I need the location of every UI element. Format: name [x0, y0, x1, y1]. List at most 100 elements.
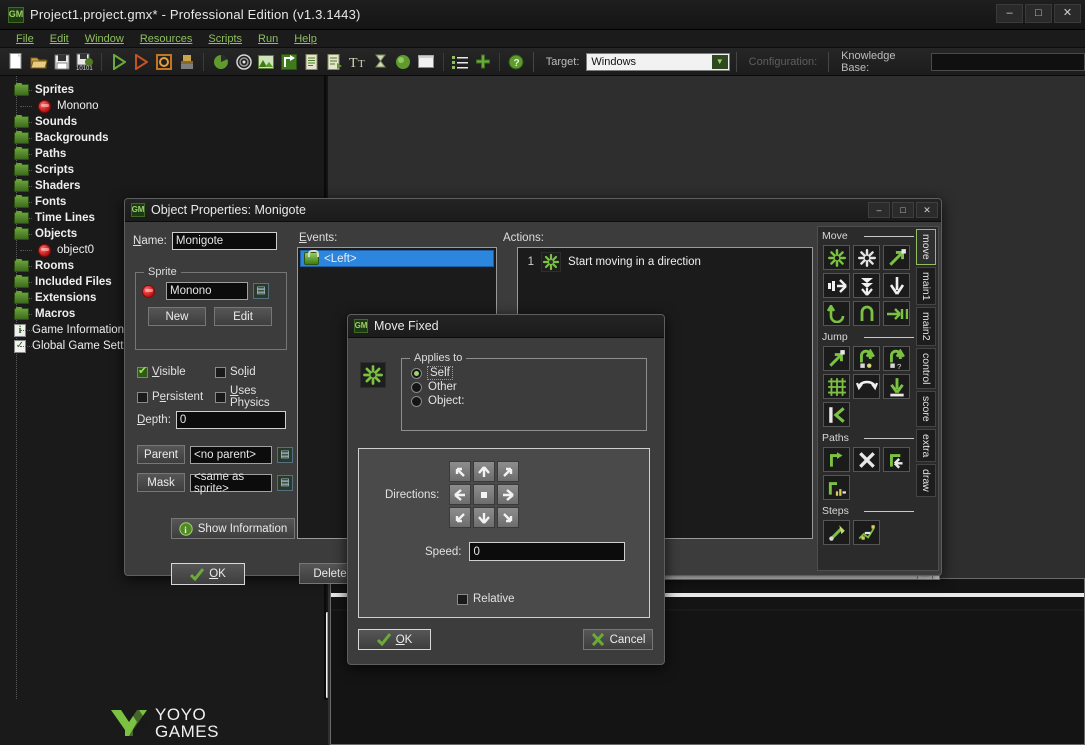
create-background-icon[interactable]	[256, 51, 277, 73]
tree-item-sprites[interactable]: -Sprites	[4, 82, 324, 98]
menu-help[interactable]: Help	[286, 32, 325, 46]
jump-to-position-icon[interactable]	[823, 346, 850, 371]
menu-edit[interactable]: Edit	[42, 32, 77, 46]
move-free-icon[interactable]	[853, 245, 880, 270]
set-path-icon[interactable]	[823, 447, 850, 472]
close-button[interactable]: ✕	[1054, 4, 1081, 23]
tree-item-shaders[interactable]: Shaders	[4, 178, 324, 194]
create-sprite-icon[interactable]	[210, 51, 231, 73]
tab-score[interactable]: score	[916, 391, 936, 428]
bounce-icon[interactable]	[823, 402, 850, 427]
arrow-right-icon[interactable]	[497, 484, 520, 505]
tree-item-sounds[interactable]: Sounds	[4, 114, 324, 130]
global-game-settings-icon[interactable]	[449, 51, 470, 73]
tree-item-monono[interactable]: Monono	[4, 98, 324, 114]
debug-icon[interactable]	[131, 51, 152, 73]
mask-menu-icon[interactable]: ▤	[277, 474, 293, 491]
mask-button[interactable]: Mask	[137, 473, 185, 492]
tab-draw[interactable]: draw	[916, 464, 936, 498]
path-position-icon[interactable]	[883, 447, 910, 472]
end-path-icon[interactable]	[853, 447, 880, 472]
create-path-icon[interactable]	[279, 51, 300, 73]
open-icon[interactable]	[29, 51, 50, 73]
stop-icon[interactable]	[154, 51, 175, 73]
add-resource-icon[interactable]	[472, 51, 493, 73]
jump-to-random-icon[interactable]: ?	[883, 346, 910, 371]
arrow-up-icon[interactable]	[473, 461, 496, 482]
step-towards-icon[interactable]	[823, 520, 850, 545]
object-name-input[interactable]: Monigote	[171, 232, 277, 250]
create-script-icon[interactable]	[302, 51, 323, 73]
tree-item-paths[interactable]: Paths	[4, 146, 324, 162]
tree-item-backgrounds[interactable]: Backgrounds	[4, 130, 324, 146]
applies-to-object-radio[interactable]	[411, 395, 422, 407]
step-avoiding-icon[interactable]	[853, 520, 880, 545]
solid-checkbox[interactable]	[215, 366, 226, 378]
applies-to-other-radio[interactable]	[411, 381, 422, 393]
speed-vertical-icon[interactable]	[853, 273, 880, 298]
sprite-menu-icon[interactable]: ▤	[253, 283, 269, 299]
create-room-icon[interactable]	[416, 51, 437, 73]
object-properties-close-button[interactable]: ✕	[916, 202, 938, 218]
persistent-checkbox[interactable]	[137, 391, 148, 403]
arrow-up-right-icon[interactable]	[497, 461, 520, 482]
speed-horizontal-icon[interactable]	[823, 273, 850, 298]
tab-control[interactable]: control	[916, 347, 936, 390]
clean-icon[interactable]	[177, 51, 198, 73]
run-icon[interactable]	[108, 51, 129, 73]
reverse-horizontal-icon[interactable]	[823, 301, 850, 326]
mask-value-input[interactable]: <same as sprite>	[190, 471, 272, 495]
move-fixed-dialog[interactable]: GM Move Fixed Applies to Self Other Obje…	[347, 314, 665, 665]
create-timeline-icon[interactable]	[370, 51, 391, 73]
sprite-edit-button[interactable]: Edit	[214, 307, 272, 326]
move-towards-icon[interactable]	[883, 245, 910, 270]
minimize-button[interactable]: –	[996, 4, 1023, 23]
menu-window[interactable]: Window	[77, 32, 132, 46]
tab-move[interactable]: move	[916, 229, 936, 265]
parent-button[interactable]: Parent	[137, 445, 185, 464]
tree-item-scripts[interactable]: Scripts	[4, 162, 324, 178]
save-all-icon[interactable]: 10101	[74, 51, 95, 73]
menu-scripts[interactable]: Scripts	[200, 32, 250, 46]
object-properties-maximize-button[interactable]: □	[892, 202, 914, 218]
relative-checkbox[interactable]	[457, 593, 468, 605]
arrow-up-left-icon[interactable]	[449, 461, 472, 482]
uses-physics-checkbox[interactable]	[215, 391, 226, 403]
maximize-button[interactable]: □	[1025, 4, 1052, 23]
action-row[interactable]: 1 Start moving in a direction	[518, 248, 812, 276]
arrow-down-right-icon[interactable]	[497, 507, 520, 528]
set-friction-icon[interactable]	[883, 301, 910, 326]
jump-to-start-icon[interactable]	[853, 346, 880, 371]
object-ok-button[interactable]: OK	[171, 563, 245, 585]
object-properties-minimize-button[interactable]: –	[868, 202, 890, 218]
align-to-grid-icon[interactable]	[823, 374, 850, 399]
visible-checkbox[interactable]	[137, 365, 148, 378]
create-font-icon[interactable]: TT	[347, 51, 368, 73]
sprite-name-input[interactable]: Monono	[166, 282, 248, 300]
target-combo[interactable]: Windows ▼	[586, 52, 730, 71]
arrow-down-icon[interactable]	[473, 507, 496, 528]
create-shader-icon[interactable]	[324, 51, 345, 73]
set-gravity-icon[interactable]	[883, 273, 910, 298]
speed-input[interactable]: 0	[469, 542, 626, 561]
move-fixed-ok-button[interactable]: OK	[358, 629, 431, 650]
show-information-button[interactable]: i Show Information	[171, 518, 295, 539]
tab-main2[interactable]: main2	[916, 307, 936, 346]
tab-main1[interactable]: main1	[916, 266, 936, 306]
reverse-vertical-icon[interactable]	[853, 301, 880, 326]
help-icon[interactable]: ?	[506, 51, 527, 73]
parent-value-input[interactable]: <no parent>	[190, 445, 272, 464]
event-row-left[interactable]: <Left>	[300, 250, 494, 267]
menu-resources[interactable]: Resources	[132, 32, 201, 46]
arrow-down-left-icon[interactable]	[449, 507, 472, 528]
menu-run[interactable]: Run	[250, 32, 286, 46]
stop-square-icon[interactable]	[473, 484, 496, 505]
move-fixed-icon[interactable]	[823, 245, 850, 270]
save-icon[interactable]	[52, 51, 73, 73]
parent-menu-icon[interactable]: ▤	[277, 446, 293, 463]
menu-file[interactable]: File	[8, 32, 42, 46]
chevron-down-icon[interactable]: ▼	[711, 54, 728, 69]
wrap-screen-icon[interactable]	[853, 374, 880, 399]
applies-to-self-radio[interactable]	[411, 367, 422, 379]
depth-input[interactable]: 0	[175, 411, 286, 429]
